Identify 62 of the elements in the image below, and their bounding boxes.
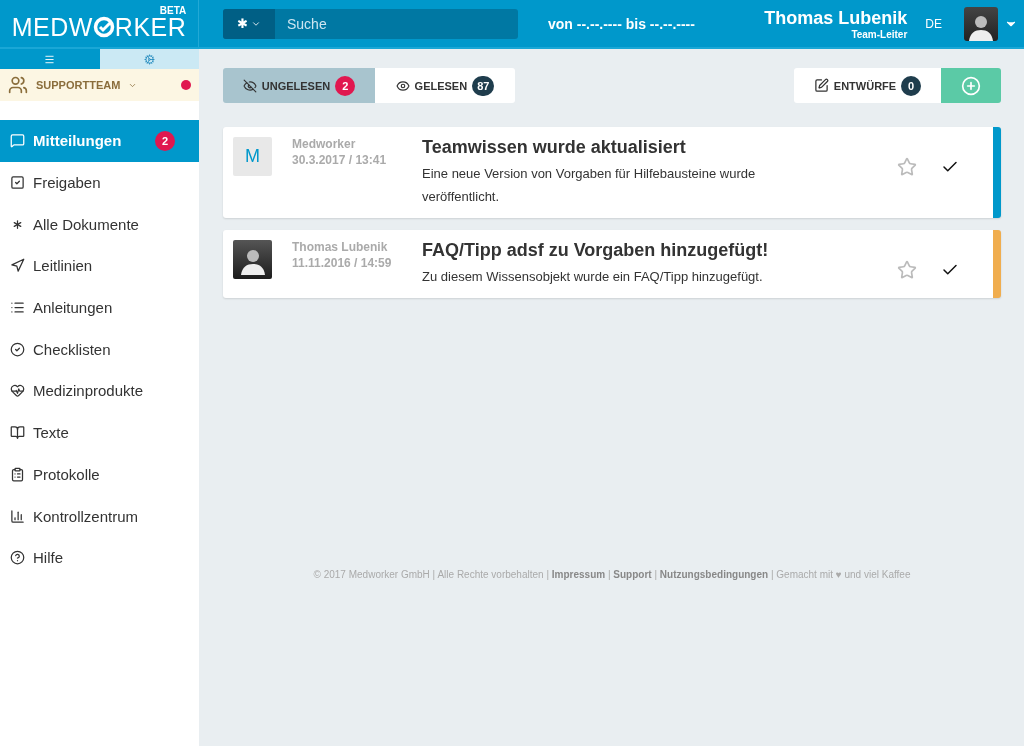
footer-text: | [607, 569, 611, 580]
message-card[interactable]: M Medworker 30.3.2017 / 13:41 Teamwissen wurde aktualisiert Eine neue Version von Vorgaben für Hilfebausteine wurde veröffentlicht. [223, 127, 1001, 218]
letter-avatar: M [233, 137, 272, 176]
message-text: Eine neue Version von Vorgaben für Hilfebausteine wurde veröffentlicht. [422, 165, 757, 206]
sender-name: Thomas Lubenik [292, 240, 389, 254]
filter-tab[interactable]: UNGELESEN 2 [223, 68, 375, 103]
sidebar-item[interactable]: Medizinprodukte [0, 370, 199, 412]
eye-icon [395, 78, 410, 93]
star-icon[interactable] [897, 260, 917, 280]
sidebar-item[interactable]: Mitteilungen 2 [0, 120, 199, 162]
message-title: FAQ/Tipp adsf zu Vorgaben hinzugefügt! [422, 240, 770, 261]
edit-icon [813, 78, 829, 93]
sidebar-item[interactable]: Checklisten [0, 328, 199, 371]
navigation-arrow-icon [10, 258, 25, 274]
beta-label: BETA [159, 5, 187, 16]
sidebar-item[interactable]: Anleitungen [0, 286, 199, 329]
users-icon [8, 75, 28, 95]
user-avatar[interactable] [964, 6, 998, 41]
message-text: Zu diesem Wissensobjekt wurde ein FAQ/Tipp hinzugefügt. [422, 268, 764, 286]
list-icon [10, 300, 25, 316]
message-title: Teamwissen wurde aktualisiert [422, 137, 687, 158]
add-button[interactable] [941, 68, 1001, 103]
menu-icon [44, 53, 56, 65]
user-role: Team-Leiter [851, 28, 908, 40]
message-card[interactable]: Thomas Lubenik 11.11.2016 / 14:59 FAQ/Tipp adsf zu Vorgaben hinzugefügt! Zu diesem Wissensobjekt wurde ein FAQ/Tipp hinzugefügt. [223, 230, 1001, 298]
footer-text: © 2017 Medworker GmbH | Alle Rechte vorbehalten | [313, 569, 549, 580]
drafts-button[interactable]: ENTWÜRFE 0 [794, 68, 941, 103]
chat-icon [10, 133, 25, 149]
sidebar-item[interactable]: Kontrollzentrum [0, 495, 199, 537]
user-name: Thomas Lubenik [764, 7, 908, 29]
menu-tab[interactable] [0, 49, 100, 69]
count-badge: 0 [901, 75, 922, 96]
gears-icon [143, 53, 155, 65]
footer-text: | [654, 569, 658, 580]
count-badge: 2 [155, 130, 175, 151]
bar-chart-icon [10, 508, 25, 524]
message-time: 30.3.2017 / 13:41 [292, 153, 388, 167]
eye-slash-icon [242, 78, 257, 93]
checkbox-icon [10, 175, 25, 191]
book-icon [10, 425, 25, 441]
heart-pulse-icon [10, 383, 25, 399]
clipboard-icon [10, 466, 25, 482]
star-icon[interactable] [897, 157, 917, 177]
sender-name: Medworker [292, 137, 357, 151]
check-circle-icon [10, 341, 25, 357]
settings-tab[interactable] [99, 49, 199, 69]
footer-text: | Gemacht mit ♥ und viel Kaffee [770, 569, 911, 580]
sidebar-item[interactable]: Hilfe [0, 536, 199, 579]
plus-circle-icon [961, 75, 981, 96]
message-time: 11.11.2016 / 14:59 [292, 256, 393, 270]
sidebar-item[interactable]: Leitlinien [0, 245, 199, 287]
sidebar-item[interactable]: Texte [0, 411, 199, 454]
search-scope-dropdown[interactable]: ✱ [223, 8, 275, 39]
sidebar-item[interactable]: Alle Dokumente [0, 203, 199, 246]
count-badge: 87 [472, 75, 495, 96]
sidebar-item[interactable]: Freigaben [0, 161, 199, 204]
help-icon [10, 550, 25, 566]
team-selector[interactable]: SUPPORTTEAM [0, 69, 199, 101]
filter-tab[interactable]: GELESEN 87 [375, 68, 515, 103]
search-field[interactable]: ✱ Suche [223, 8, 518, 39]
count-badge: 2 [335, 75, 356, 96]
sidebar-item[interactable]: Protokolle [0, 453, 199, 496]
